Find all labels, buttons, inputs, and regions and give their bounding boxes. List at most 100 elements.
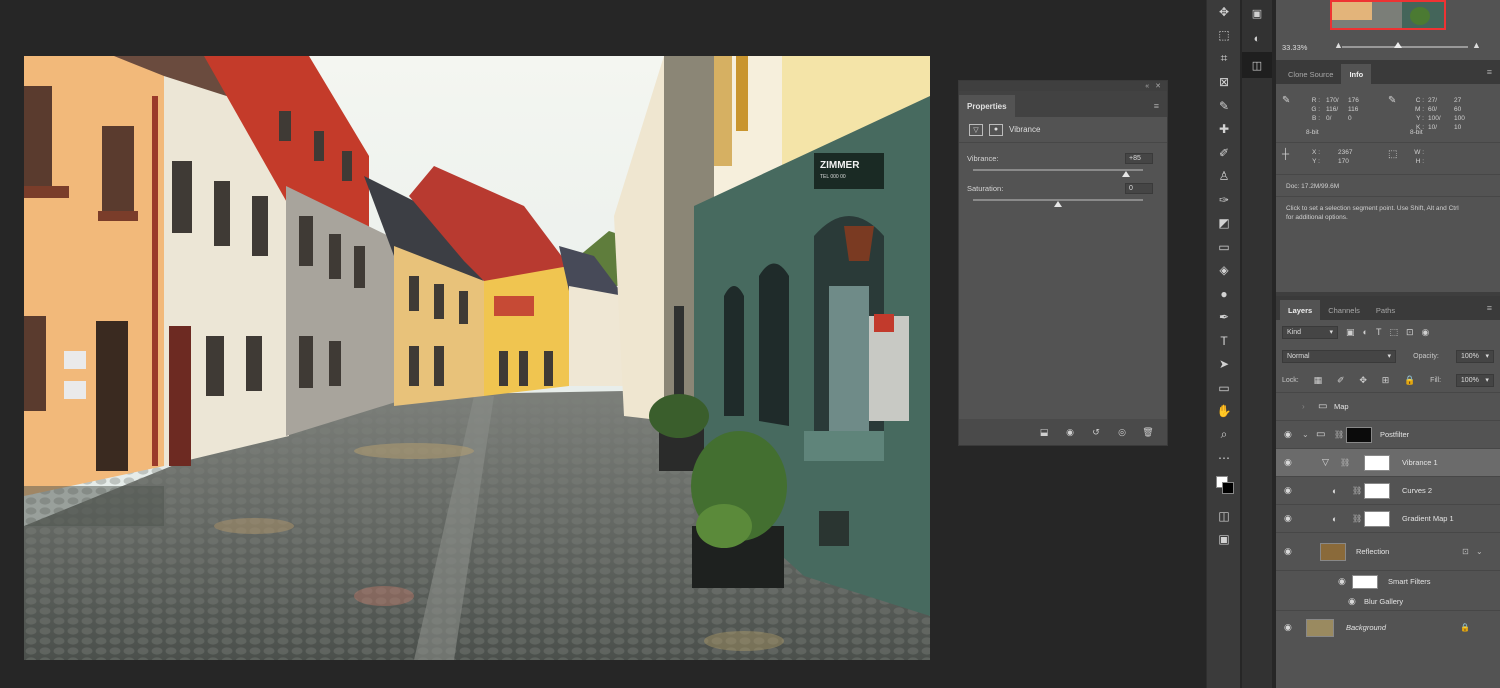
eyedropper-icon[interactable]: ✎ (1207, 94, 1241, 118)
eye-icon[interactable]: ◉ (1284, 429, 1292, 440)
tab-properties[interactable]: Properties (959, 95, 1015, 117)
crop-icon[interactable]: ⌗ (1207, 47, 1241, 71)
dodge-icon[interactable]: ● (1207, 282, 1241, 306)
gradient-icon[interactable]: ▭ (1207, 235, 1241, 259)
eye-icon[interactable]: ◉ (1284, 622, 1292, 633)
blur-icon[interactable]: ◈ (1207, 259, 1241, 283)
tab-clone-source[interactable]: Clone Source (1280, 64, 1341, 84)
pen-icon[interactable]: ✒ (1207, 306, 1241, 330)
screen-mode-icon[interactable]: ▣ (1207, 528, 1241, 552)
link-icon[interactable]: ⛓ (1334, 430, 1344, 439)
collapse-icon[interactable]: « (1145, 83, 1149, 90)
fill-field[interactable]: 100% ▾ (1455, 373, 1494, 387)
filter-toggle-icon[interactable]: ◉ (1422, 327, 1430, 338)
tab-paths[interactable]: Paths (1368, 300, 1403, 320)
filter-pixel-icon[interactable]: ▣ (1346, 327, 1355, 338)
layer-row-reflection[interactable]: ◉ Reflection ⊡ ⌄ (1276, 532, 1500, 570)
lock-icon[interactable]: 🔒 (1460, 623, 1470, 632)
stamp-icon[interactable]: ♙ (1207, 165, 1241, 189)
link-icon[interactable]: ⛓ (1340, 458, 1350, 467)
lock-all-icon[interactable]: 🔒 (1404, 375, 1415, 386)
filter-adjustment-icon[interactable]: ◐ (1363, 327, 1368, 337)
panel-menu-icon[interactable]: ≡ (1154, 101, 1159, 111)
properties-panel-icon[interactable]: ◫ (1242, 52, 1272, 78)
disclosure-arrow-icon[interactable]: ⌄ (1476, 547, 1483, 556)
vibrance-slider[interactable] (973, 169, 1143, 177)
lock-transparent-icon[interactable]: ▦ (1314, 375, 1323, 386)
eye-icon[interactable]: ◉ (1338, 576, 1346, 587)
layer-row-gradient-map-1[interactable]: ◉ ◐ ⛓ Gradient Map 1 (1276, 504, 1500, 532)
layer-row-postfilter[interactable]: ◉ ⌄ ▭ ⛓ Postfilter (1276, 420, 1500, 448)
properties-panel[interactable]: « ✕ Properties ≡ ▽ ● Vibrance Vibrance: … (958, 80, 1168, 446)
eraser-icon[interactable]: ◩ (1207, 212, 1241, 236)
zoom-icon[interactable]: ⌕ (1207, 423, 1241, 447)
navigator-thumbnail[interactable] (1330, 0, 1446, 30)
path-select-icon[interactable]: ➤ (1207, 353, 1241, 377)
saturation-value-field[interactable]: 0 (1125, 183, 1153, 194)
vibrance-value-field[interactable]: +85 (1125, 153, 1153, 164)
close-panel-icon[interactable]: ✕ (1155, 82, 1161, 90)
blend-mode-select[interactable]: Normal ▾ (1282, 349, 1396, 363)
group-mask-thumbnail[interactable] (1346, 426, 1372, 443)
layer-row-background[interactable]: ◉ Background 🔒 (1276, 610, 1500, 644)
disclosure-arrow-icon[interactable]: ⌄ (1302, 430, 1309, 439)
move-icon[interactable]: ✥ (1207, 0, 1241, 24)
view-previous-icon[interactable]: ◉ (1063, 426, 1077, 438)
clip-to-layer-icon[interactable]: ⬓ (1037, 426, 1051, 438)
smart-object-thumbnail[interactable] (1320, 542, 1346, 561)
more-icon[interactable]: ⋯ (1207, 447, 1241, 471)
eye-icon[interactable]: ◉ (1284, 513, 1292, 524)
layer-mask-thumbnail[interactable] (1364, 510, 1390, 527)
info-menu-icon[interactable]: ≡ (1487, 67, 1492, 77)
background-color-swatch[interactable] (1222, 482, 1234, 494)
lock-artboard-icon[interactable]: ⊞ (1382, 375, 1390, 386)
rectangle-icon[interactable]: ▭ (1207, 376, 1241, 400)
eye-icon[interactable]: ◉ (1284, 485, 1292, 496)
delete-icon[interactable]: 🗑 (1141, 426, 1155, 438)
vibrance-slider-thumb[interactable] (1122, 171, 1130, 177)
navigator-zoom-slider[interactable] (1342, 42, 1468, 48)
tab-layers[interactable]: Layers (1280, 300, 1321, 320)
zoom-in-icon[interactable]: ▲ (1472, 40, 1481, 50)
filter-kind-select[interactable]: Kind ▾ (1282, 325, 1338, 339)
navigator-zoom-knob[interactable] (1394, 42, 1402, 48)
marquee-icon[interactable]: ⬚ (1207, 24, 1241, 48)
layer-mask-icon[interactable]: ● (989, 123, 1003, 136)
disclosure-arrow-icon[interactable]: › (1302, 402, 1305, 411)
navigator-panel[interactable]: 33.33% ▲ ▲ (1276, 0, 1500, 60)
layer-row-smart-filters[interactable]: ◉ Smart Filters (1276, 570, 1500, 592)
layer-mask-thumbnail[interactable] (1364, 482, 1390, 499)
eye-icon[interactable]: ◉ (1284, 546, 1292, 557)
hand-icon[interactable]: ✋ (1207, 400, 1241, 424)
tab-channels[interactable]: Channels (1320, 300, 1368, 320)
vibrance-adjustment-icon[interactable]: ▽ (969, 123, 983, 136)
filter-smart-icon[interactable]: ⊡ (1406, 327, 1414, 338)
filter-mask-thumbnail[interactable] (1352, 574, 1378, 589)
eye-icon[interactable]: ◉ (1284, 457, 1292, 468)
background-thumbnail[interactable] (1306, 618, 1334, 637)
layer-mask-thumbnail[interactable] (1364, 454, 1390, 471)
reset-icon[interactable]: ↺ (1089, 426, 1103, 438)
link-icon[interactable]: ⛓ (1352, 514, 1362, 523)
filter-type-icon[interactable]: T (1376, 327, 1382, 337)
history-panel-icon[interactable]: ▣ (1242, 0, 1272, 26)
saturation-slider-thumb[interactable] (1054, 201, 1062, 207)
layer-row-map[interactable]: › ▭ Map (1276, 392, 1500, 420)
lock-paint-icon[interactable]: ✐ (1337, 375, 1345, 386)
frame-icon[interactable]: ⊠ (1207, 71, 1241, 95)
type-icon[interactable]: T (1207, 329, 1241, 353)
tab-info[interactable]: Info (1341, 64, 1372, 84)
history-brush-icon[interactable]: ✑ (1207, 188, 1241, 212)
street-photo[interactable]: ZIMMER TEL 000 00 (24, 56, 930, 660)
layer-row-curves-2[interactable]: ◉ ◐ ⛓ Curves 2 (1276, 476, 1500, 504)
opacity-field[interactable]: 100% ▾ (1456, 349, 1494, 363)
layer-row-vibrance-1[interactable]: ◉ ▽ ⛓ Vibrance 1 (1276, 448, 1500, 476)
eye-icon[interactable]: ◉ (1348, 596, 1356, 607)
link-icon[interactable]: ⛓ (1352, 486, 1362, 495)
filter-shape-icon[interactable]: ⬚ (1389, 327, 1398, 338)
navigator-zoom-level[interactable]: 33.33% (1282, 43, 1307, 52)
adjustments-panel-icon[interactable]: ◐ (1242, 26, 1272, 52)
layers-menu-icon[interactable]: ≡ (1487, 303, 1492, 313)
healing-icon[interactable]: ✚ (1207, 118, 1241, 142)
saturation-slider[interactable] (973, 199, 1143, 207)
